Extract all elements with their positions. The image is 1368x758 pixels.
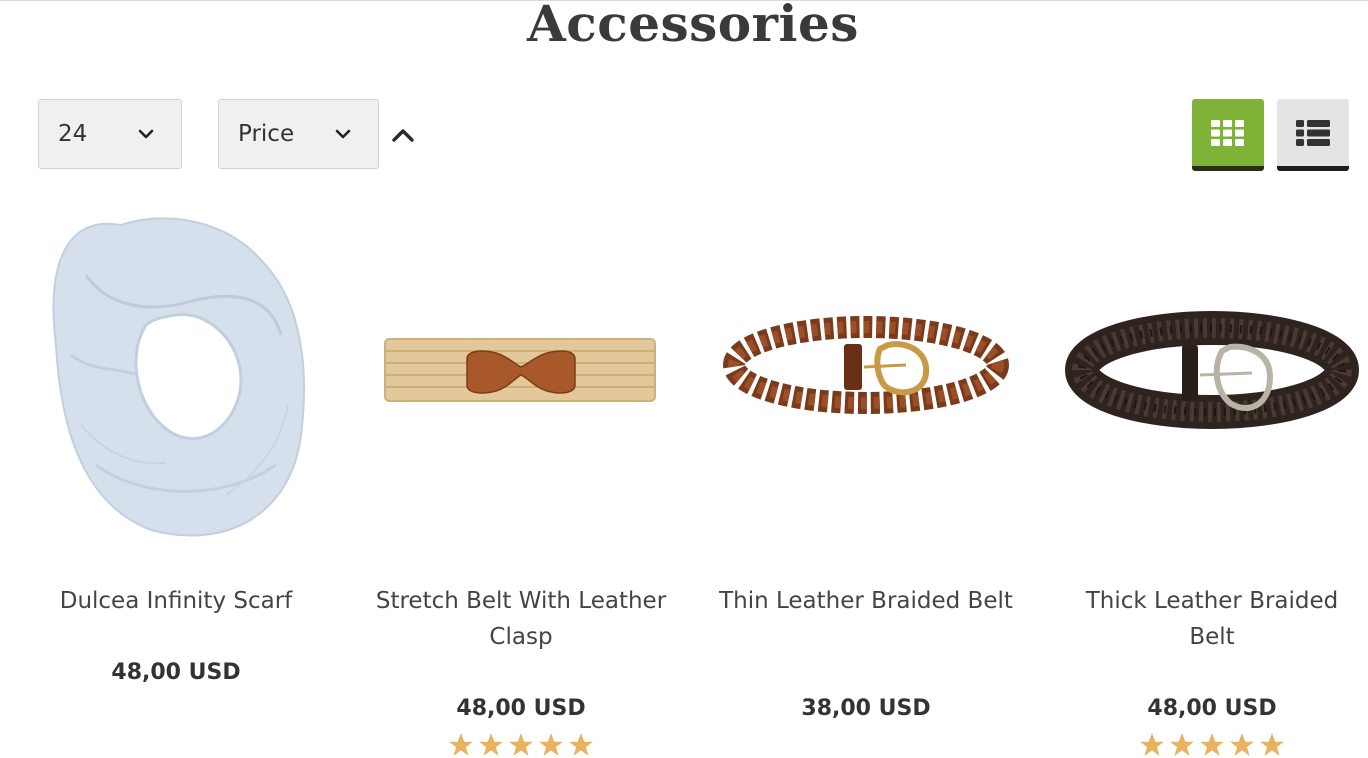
product-price: 48,00 USD: [1147, 696, 1277, 721]
product-name[interactable]: Thin Leather Braided Belt: [716, 583, 1016, 619]
sort-ascending-chevron-up-icon[interactable]: [391, 126, 415, 144]
product-image-stretch-belt[interactable]: [371, 205, 671, 555]
product-card[interactable]: Dulcea Infinity Scarf 48,00 USD: [26, 205, 326, 685]
product-rating: [371, 732, 671, 758]
sort-by-select[interactable]: Price: [218, 99, 379, 169]
per-page-value: 24: [58, 121, 88, 147]
product-price: 48,00 USD: [111, 660, 241, 685]
product-image-scarf[interactable]: [26, 205, 326, 555]
product-image-thick-braided-belt[interactable]: [1062, 205, 1362, 555]
product-rating: [1062, 732, 1362, 758]
product-card[interactable]: Thick Leather Braided Belt 48,00 USD: [1062, 205, 1362, 756]
per-page-select[interactable]: 24: [38, 99, 182, 169]
star-icon: [1230, 733, 1254, 756]
star-icon: [1260, 733, 1284, 756]
grid-view-button[interactable]: [1192, 99, 1264, 171]
product-name[interactable]: Dulcea Infinity Scarf: [26, 583, 326, 619]
product-name[interactable]: Stretch Belt With Leather Clasp: [371, 583, 671, 655]
star-icon: [569, 733, 593, 756]
chevron-down-icon: [138, 129, 154, 139]
list-icon: [1296, 119, 1330, 146]
sort-by-value: Price: [238, 121, 295, 147]
star-icon: [479, 733, 503, 756]
product-price: 38,00 USD: [801, 696, 931, 721]
list-view-button[interactable]: [1277, 99, 1349, 171]
product-image-thin-braided-belt[interactable]: [716, 205, 1016, 555]
star-icon: [509, 733, 533, 756]
star-icon: [1170, 733, 1194, 756]
star-icon: [449, 733, 473, 756]
star-icon: [1200, 733, 1224, 756]
star-icon: [1140, 733, 1164, 756]
chevron-down-icon: [335, 129, 351, 139]
product-name[interactable]: Thick Leather Braided Belt: [1062, 583, 1362, 655]
product-card[interactable]: Stretch Belt With Leather Clasp 48,00 US…: [371, 205, 671, 756]
page-title: Accessories: [527, 0, 859, 53]
product-price: 48,00 USD: [456, 696, 586, 721]
grid-icon: [1211, 119, 1244, 146]
product-card[interactable]: Thin Leather Braided Belt 38,00 USD: [716, 205, 1016, 721]
star-icon: [539, 733, 563, 756]
